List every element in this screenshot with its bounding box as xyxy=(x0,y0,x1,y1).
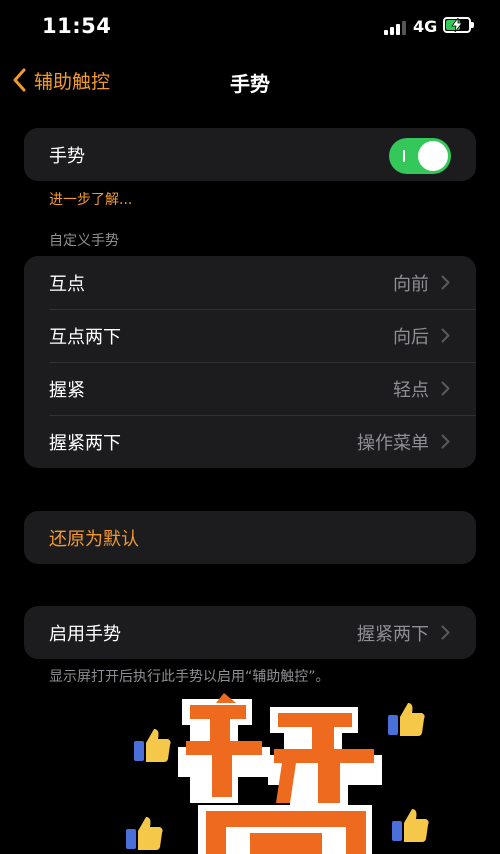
restore-defaults-label: 还原为默认 xyxy=(49,528,139,550)
thumbs-up-icon xyxy=(392,809,429,842)
status-bar: 11:54 4G xyxy=(0,0,500,56)
custom-gestures-group: 互点 向前 互点两下 向后 握紧 轻点 握紧两下 操作菜单 xyxy=(24,256,476,468)
enable-gesture-row[interactable]: 启用手势 握紧两下 xyxy=(24,606,476,659)
gesture-toggle-switch[interactable] xyxy=(389,138,451,174)
status-time: 11:54 xyxy=(42,14,112,38)
gesture-action: 向前 xyxy=(393,273,429,295)
enable-gesture-label: 启用手势 xyxy=(49,623,121,645)
chevron-right-icon xyxy=(441,381,450,396)
thumbs-up-icon xyxy=(126,817,163,850)
enable-gesture-footnote: 显示屏打开后执行此手势以启用“辅助触控”。 xyxy=(49,669,330,685)
thumbs-up-icon xyxy=(388,703,425,736)
restore-defaults-group: 还原为默认 xyxy=(24,511,476,564)
learn-more-link[interactable]: 进一步了解... xyxy=(49,189,132,209)
enable-gesture-value: 握紧两下 xyxy=(357,623,429,645)
gesture-action: 操作菜单 xyxy=(357,432,429,454)
gesture-name: 互点两下 xyxy=(49,326,121,348)
chevron-right-icon xyxy=(441,328,450,343)
chevron-right-icon xyxy=(441,625,450,640)
custom-gesture-row[interactable]: 互点两下 向后 xyxy=(24,309,476,362)
enable-gesture-group: 启用手势 握紧两下 xyxy=(24,606,476,659)
battery-charging-icon xyxy=(443,17,474,33)
chevron-right-icon xyxy=(441,275,450,290)
sticker-overlay xyxy=(120,685,480,854)
gesture-action: 向后 xyxy=(393,326,429,348)
gesture-action: 轻点 xyxy=(393,379,429,401)
toggle-knob xyxy=(418,141,448,171)
gesture-toggle-group: 手势 xyxy=(24,128,476,181)
sticker-graphic xyxy=(178,693,382,854)
navigation-bar: 辅助触控 手势 xyxy=(0,56,500,104)
thumbs-up-icon xyxy=(134,729,171,762)
gesture-name: 握紧两下 xyxy=(49,432,121,454)
custom-gesture-row[interactable]: 握紧 轻点 xyxy=(24,362,476,415)
restore-defaults-button[interactable]: 还原为默认 xyxy=(24,511,476,564)
custom-gestures-header: 自定义手势 xyxy=(49,233,119,249)
network-type: 4G xyxy=(413,17,438,36)
cellular-signal-icon xyxy=(384,19,406,35)
custom-gesture-row[interactable]: 互点 向前 xyxy=(24,256,476,309)
custom-gesture-row[interactable]: 握紧两下 操作菜单 xyxy=(24,415,476,468)
page-title: 手势 xyxy=(230,72,270,96)
gesture-toggle-row: 手势 xyxy=(24,128,476,181)
gesture-name: 互点 xyxy=(49,273,85,295)
gesture-name: 握紧 xyxy=(49,379,85,401)
toggle-on-indicator xyxy=(403,150,405,162)
chevron-right-icon xyxy=(441,434,450,449)
